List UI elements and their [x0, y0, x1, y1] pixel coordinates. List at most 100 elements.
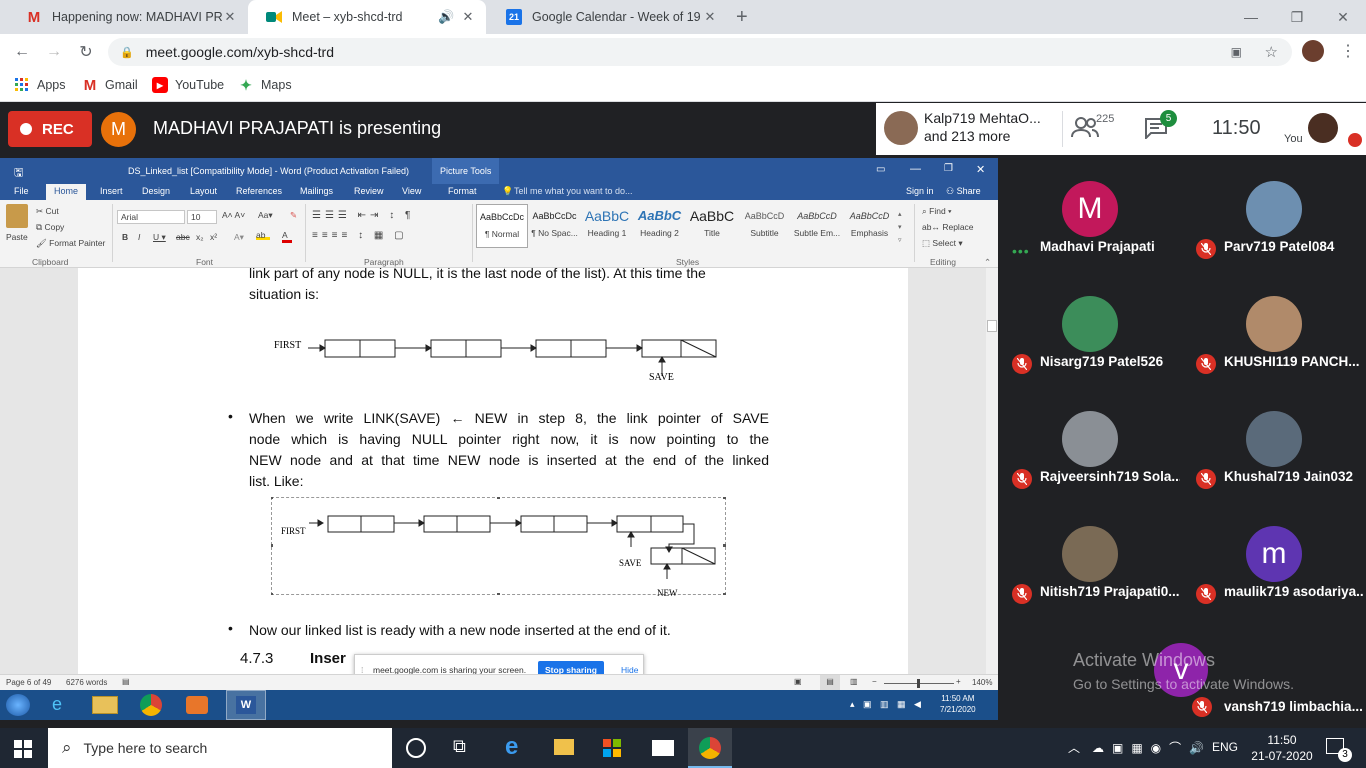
close-window-icon[interactable]: ✕: [1320, 0, 1366, 34]
font-size-select[interactable]: 10: [187, 210, 217, 224]
address-bar[interactable]: 🔒 meet.google.com/xyb-shcd-trd ▣ ☆: [108, 38, 1292, 66]
scrollbar-thumb[interactable]: [987, 320, 997, 332]
viewer-summary[interactable]: Kalp719 MehtaO... and 213 more: [924, 109, 1041, 145]
style-item[interactable]: AaBbCcD Emphasis: [844, 204, 896, 248]
store-icon[interactable]: [602, 738, 622, 758]
share-button[interactable]: ⚇ Share: [946, 186, 981, 197]
tab-references[interactable]: References: [236, 186, 282, 196]
restore-icon[interactable]: ❐: [1274, 0, 1320, 34]
replace-button[interactable]: ab↔ Replace: [922, 222, 974, 232]
drag-handle-icon[interactable]: ⁞: [361, 665, 363, 674]
participant-tile[interactable]: Rajveersinh719 Sola...: [998, 385, 1182, 500]
system-clock[interactable]: 11:50 21-07-2020: [1250, 732, 1314, 764]
document-page[interactable]: link part of any node is NULL, it is the…: [78, 268, 908, 674]
tab-calendar[interactable]: 21 Google Calendar - Week of 19 Ju ✕: [488, 0, 728, 34]
bookmark-youtube[interactable]: ▶ YouTube: [152, 77, 224, 93]
close-icon[interactable]: ✕: [976, 163, 985, 176]
proofing-icon[interactable]: ▤: [122, 677, 130, 686]
task-view-icon[interactable]: ⧉: [453, 736, 466, 757]
font-name-select[interactable]: Arial: [117, 210, 185, 224]
recording-indicator[interactable]: REC: [8, 111, 92, 147]
stop-sharing-button[interactable]: Stop sharing: [538, 661, 604, 674]
participant-tile[interactable]: Khushal719 Jain032: [1182, 385, 1366, 500]
highlight-icon[interactable]: ab: [256, 230, 270, 240]
font-color-icon[interactable]: A: [282, 230, 292, 243]
restore-icon[interactable]: ❐: [944, 163, 953, 174]
list-icons[interactable]: ☰☰☰ ⇤⇥ ↕ ¶: [312, 210, 414, 221]
windows-start-icon[interactable]: [14, 740, 32, 763]
tab-review[interactable]: Review: [354, 186, 384, 196]
style-item[interactable]: AaBbCcD Subtitle: [739, 204, 791, 248]
menu-icon[interactable]: ⋮: [1340, 41, 1356, 61]
style-item[interactable]: AaBbC Title: [686, 204, 738, 248]
text-effects-icon[interactable]: A▾: [234, 232, 244, 243]
zoom-out-icon[interactable]: −: [872, 677, 877, 686]
italic-icon[interactable]: I: [138, 232, 140, 242]
cortana-icon[interactable]: [406, 738, 426, 758]
forward-icon[interactable]: →: [42, 40, 66, 64]
back-icon[interactable]: ←: [10, 40, 34, 64]
tab-gmail[interactable]: M Happening now: MADHAVI PRAJ ✕: [8, 0, 248, 34]
change-case-icon[interactable]: Aa▾: [258, 210, 273, 221]
show-hidden-icons[interactable]: ︿: [1068, 739, 1080, 756]
minimize-icon[interactable]: —: [1228, 0, 1274, 34]
print-layout-icon[interactable]: ▤: [820, 675, 840, 691]
style-item[interactable]: AaBbCcDc ¶ Normal: [476, 204, 528, 248]
close-icon[interactable]: ✕: [222, 9, 238, 25]
participant-tile[interactable]: Nisarg719 Patel526: [998, 270, 1182, 385]
profile-avatar[interactable]: [1302, 40, 1324, 62]
align-icons[interactable]: ≡≡≡≡ ↕ ▦ ▢: [312, 230, 408, 241]
camera-blocked-icon[interactable]: ▣: [1231, 45, 1242, 59]
clear-format-icon[interactable]: ✎: [290, 210, 297, 221]
style-item[interactable]: AaBbCcD Subtle Em...: [791, 204, 843, 248]
language-indicator[interactable]: ENG: [1212, 740, 1238, 754]
subscript-icon[interactable]: x₂: [196, 232, 204, 242]
strikethrough-icon[interactable]: abc: [176, 232, 190, 242]
bookmark-apps[interactable]: Apps: [14, 77, 66, 93]
zoom-in-icon[interactable]: +: [956, 677, 961, 686]
reload-icon[interactable]: ↻: [74, 40, 98, 64]
star-icon[interactable]: ☆: [1265, 43, 1278, 61]
select-button[interactable]: ⬚ Select ▾: [922, 238, 963, 249]
participant-tile[interactable]: Parv719 Patel084: [1182, 155, 1366, 270]
cut-button[interactable]: ✂ Cut: [36, 206, 59, 217]
find-button[interactable]: ⌕ Find ▾: [922, 206, 952, 217]
save-icon[interactable]: 🖫: [14, 164, 23, 183]
tab-home[interactable]: Home: [46, 184, 87, 200]
tell-me-box[interactable]: Tell me what you want to do...: [514, 186, 633, 196]
tab-format[interactable]: Format: [448, 186, 477, 196]
mail-icon[interactable]: [652, 740, 674, 756]
participant-tile[interactable]: M ••• Madhavi Prajapati: [998, 155, 1182, 270]
speaker-icon[interactable]: 🔊: [438, 9, 454, 25]
bookmark-maps[interactable]: ✦ Maps: [238, 77, 291, 93]
tab-insert[interactable]: Insert: [100, 186, 123, 196]
file-explorer-icon[interactable]: [554, 739, 574, 755]
participant-tile[interactable]: m maulik719 asodariya...: [1182, 500, 1366, 615]
chrome-taskbar-button[interactable]: [688, 728, 732, 768]
chat-button[interactable]: 5: [1144, 110, 1177, 144]
tab-mailings[interactable]: Mailings: [300, 186, 333, 196]
underline-icon[interactable]: U ▾: [153, 232, 166, 243]
collapse-ribbon-icon[interactable]: ⌃: [984, 257, 991, 268]
participant-tile[interactable]: KHUSHI119 PANCH...: [1182, 270, 1366, 385]
tab-layout[interactable]: Layout: [190, 186, 217, 196]
style-item[interactable]: AaBbCcDc ¶ No Spac...: [529, 204, 581, 248]
tab-file[interactable]: File: [14, 186, 29, 196]
format-painter-button[interactable]: 🖌 Format Painter: [36, 238, 105, 249]
tab-view[interactable]: View: [402, 186, 421, 196]
web-layout-icon[interactable]: ▥: [850, 677, 858, 686]
zoom-slider-thumb[interactable]: [917, 679, 920, 688]
minimize-icon[interactable]: —: [910, 163, 921, 175]
copy-button[interactable]: ⧉ Copy: [36, 222, 64, 233]
style-item[interactable]: AaBbC Heading 2: [634, 204, 686, 248]
edge-icon[interactable]: e: [505, 733, 518, 761]
style-item[interactable]: AaBbC Heading 1: [581, 204, 633, 248]
people-button[interactable]: 225: [1070, 113, 1114, 144]
read-mode-icon[interactable]: ▣: [794, 677, 802, 686]
grow-font-icon[interactable]: A˄ A˅: [222, 210, 245, 220]
paste-label[interactable]: Paste: [6, 232, 28, 242]
zoom-level[interactable]: 140%: [972, 678, 992, 687]
close-icon[interactable]: ✕: [460, 9, 476, 25]
tray-icons[interactable]: ☁▣▦◉⌒🔊: [1092, 739, 1212, 756]
tab-meet[interactable]: Meet – xyb-shcd-trd 🔊 ✕: [248, 0, 486, 34]
